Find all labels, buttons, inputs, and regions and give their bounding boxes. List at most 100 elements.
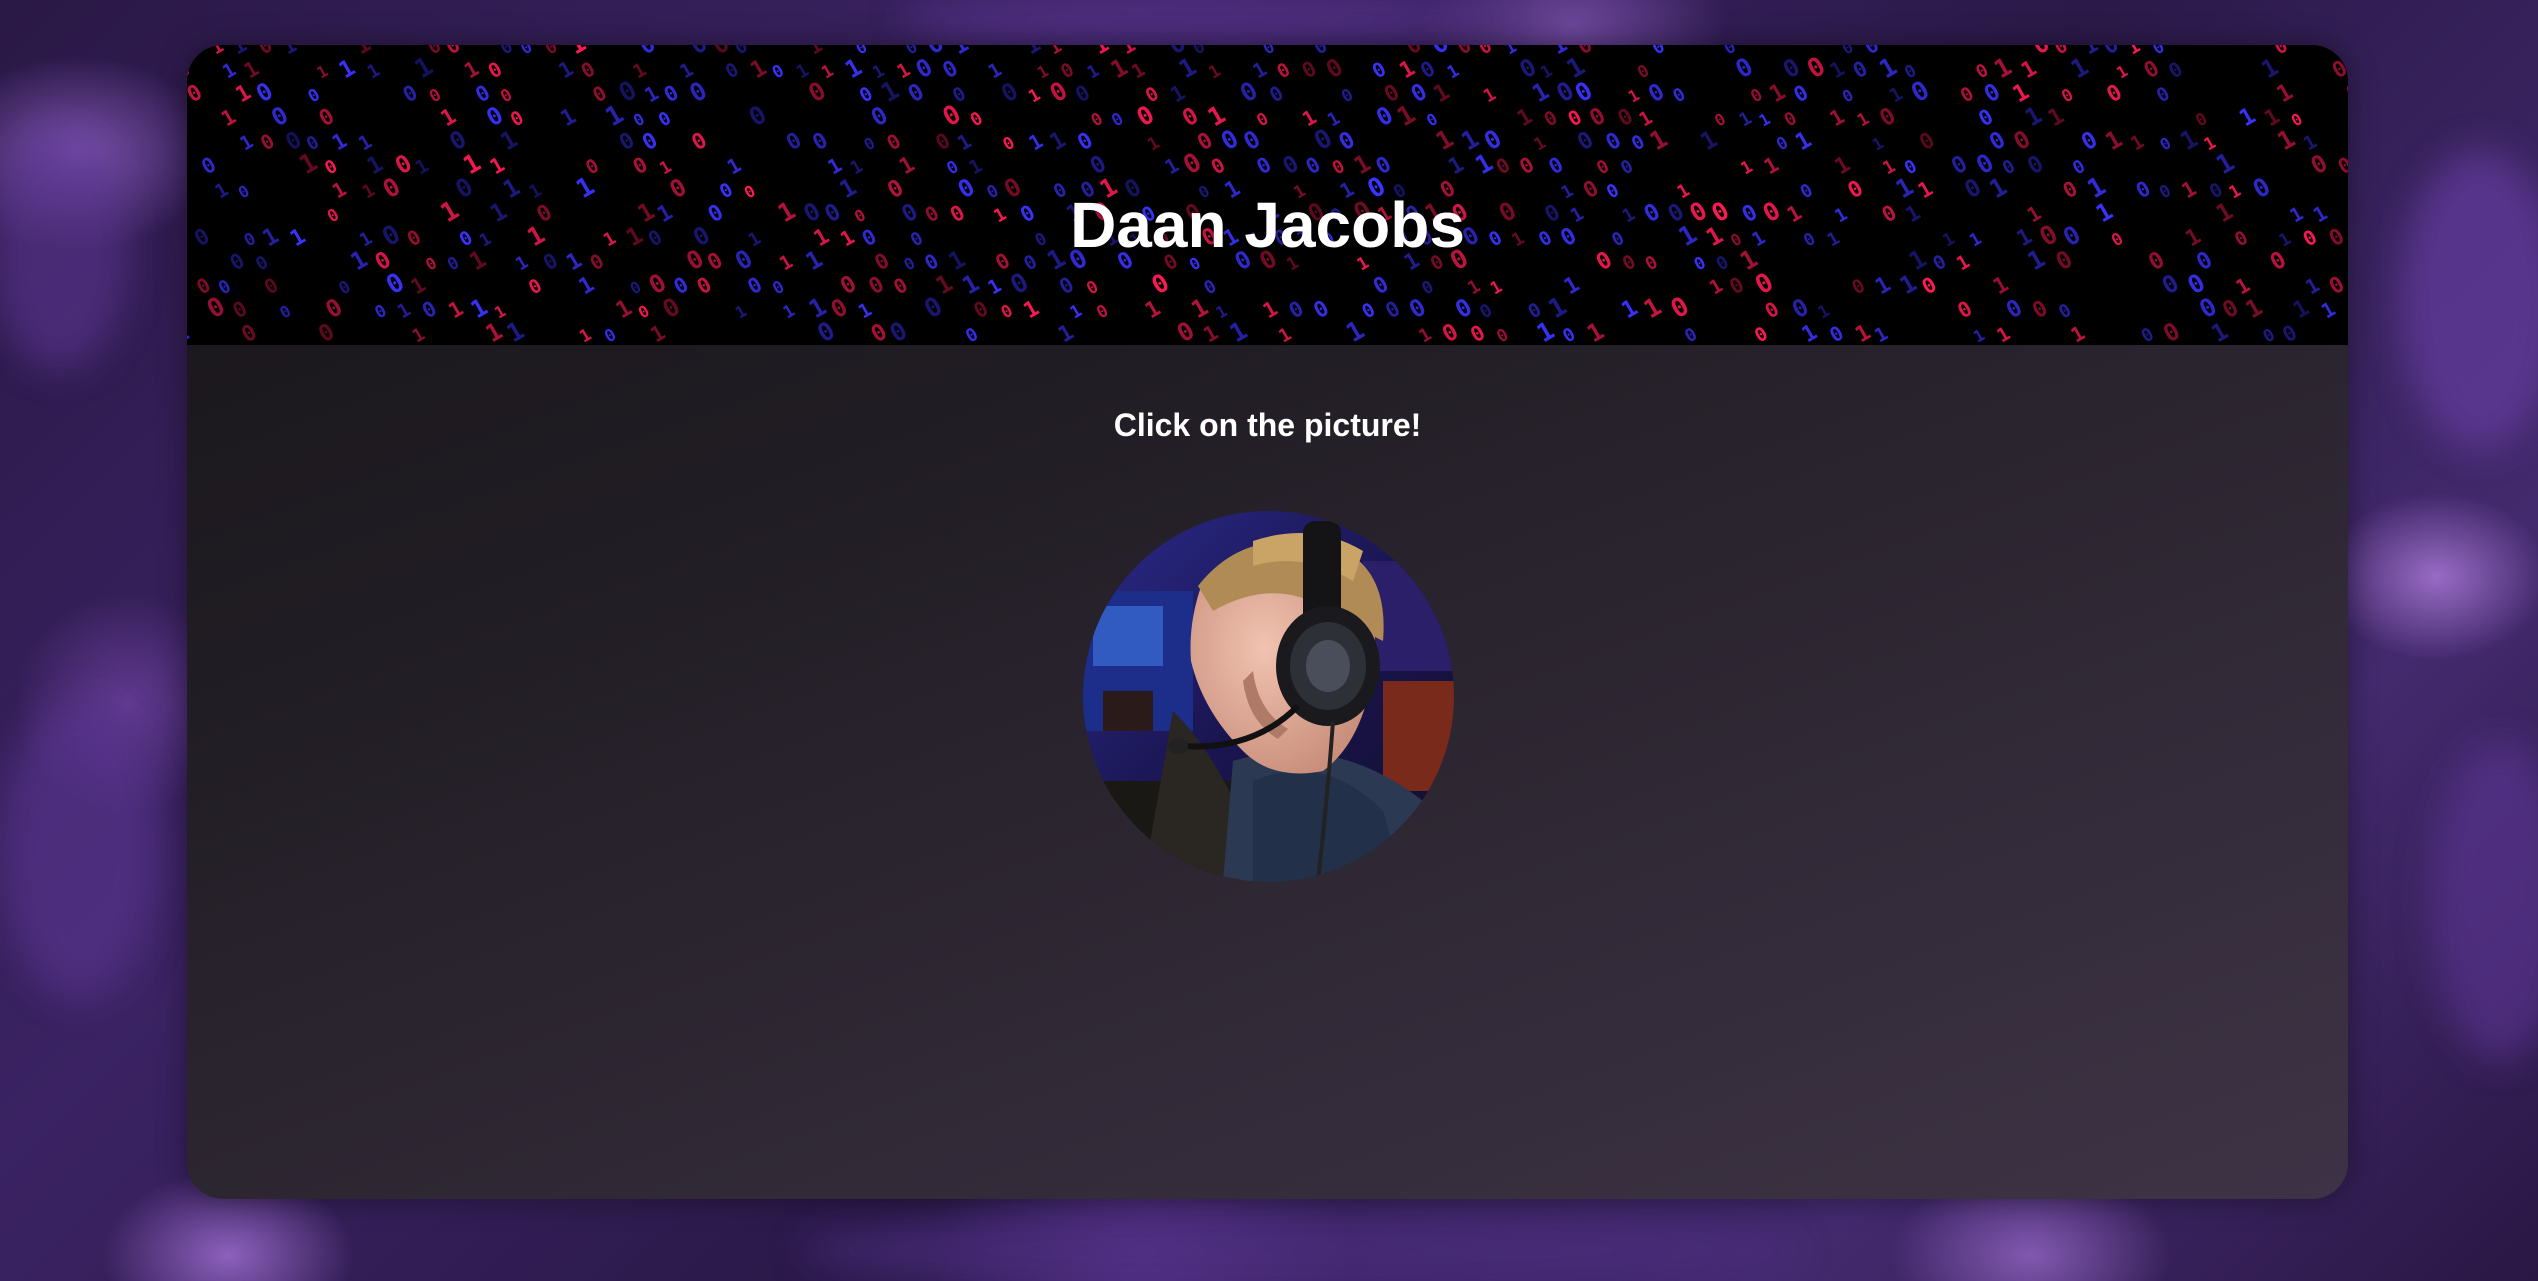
svg-text:0: 0 bbox=[812, 316, 840, 345]
svg-text:0: 0 bbox=[525, 275, 546, 300]
svg-text:0: 0 bbox=[1193, 128, 1217, 156]
svg-text:0: 0 bbox=[630, 109, 648, 130]
svg-text:0: 0 bbox=[1974, 104, 1997, 131]
svg-text:1: 1 bbox=[2079, 45, 2102, 59]
svg-text:1: 1 bbox=[780, 301, 799, 323]
svg-text:1: 1 bbox=[1324, 108, 1344, 132]
profile-picture[interactable] bbox=[1083, 511, 1454, 882]
svg-text:1: 1 bbox=[1560, 272, 1584, 300]
svg-text:0: 0 bbox=[638, 128, 662, 156]
svg-text:0: 0 bbox=[1200, 276, 1220, 300]
svg-text:0: 0 bbox=[1906, 75, 1935, 109]
svg-text:1: 1 bbox=[2317, 297, 2339, 324]
svg-text:1: 1 bbox=[2301, 273, 2323, 300]
svg-text:0: 0 bbox=[2028, 45, 2055, 60]
svg-text:1: 1 bbox=[1020, 296, 1044, 324]
svg-text:0: 0 bbox=[1617, 156, 1637, 180]
svg-text:0: 0 bbox=[996, 77, 1023, 108]
svg-text:0: 0 bbox=[1585, 103, 1610, 132]
svg-text:0: 0 bbox=[670, 272, 693, 299]
svg-text:0: 0 bbox=[1476, 300, 1496, 324]
svg-text:0: 0 bbox=[1781, 108, 1801, 132]
svg-text:0: 0 bbox=[372, 301, 391, 323]
svg-text:0: 0 bbox=[1083, 277, 1102, 299]
svg-text:0: 0 bbox=[305, 85, 324, 107]
svg-text:0: 0 bbox=[1790, 80, 1813, 107]
svg-text:0: 0 bbox=[1773, 133, 1792, 155]
svg-text:1: 1 bbox=[2241, 293, 2268, 324]
svg-text:0: 0 bbox=[1559, 324, 1579, 345]
svg-text:1: 1 bbox=[1582, 317, 1609, 345]
svg-text:0: 0 bbox=[1055, 272, 1078, 299]
svg-text:0: 0 bbox=[1725, 272, 1748, 299]
binary-header-banner: 0100001001100101010100010100011000100110… bbox=[187, 45, 2348, 345]
svg-text:1: 1 bbox=[984, 275, 1005, 300]
svg-text:1: 1 bbox=[1625, 85, 1643, 106]
svg-text:0: 0 bbox=[1545, 152, 1568, 179]
svg-text:1: 1 bbox=[1084, 61, 1103, 83]
svg-text:1: 1 bbox=[1089, 340, 1117, 345]
svg-text:0: 0 bbox=[1634, 61, 1653, 83]
svg-text:0: 0 bbox=[381, 267, 410, 301]
svg-text:0: 0 bbox=[2288, 109, 2306, 130]
svg-text:1: 1 bbox=[2124, 45, 2144, 59]
svg-text:0: 0 bbox=[2009, 125, 2036, 156]
svg-text:1: 1 bbox=[2196, 344, 2219, 345]
svg-text:1: 1 bbox=[1046, 45, 1066, 59]
svg-text:1: 1 bbox=[301, 343, 326, 345]
svg-text:1: 1 bbox=[958, 269, 985, 300]
svg-text:1: 1 bbox=[895, 152, 919, 180]
svg-text:1: 1 bbox=[1798, 320, 1822, 345]
svg-text:0: 0 bbox=[542, 45, 562, 59]
svg-text:0: 0 bbox=[1265, 81, 1287, 108]
svg-text:0: 0 bbox=[1416, 56, 1439, 83]
svg-text:0: 0 bbox=[1253, 109, 1272, 131]
svg-text:0: 0 bbox=[1108, 109, 1127, 131]
svg-text:1: 1 bbox=[1851, 320, 1875, 345]
svg-text:1: 1 bbox=[409, 324, 429, 345]
svg-text:0: 0 bbox=[1593, 156, 1613, 180]
svg-text:0: 0 bbox=[267, 101, 294, 132]
svg-text:0: 0 bbox=[418, 296, 441, 323]
svg-text:0: 0 bbox=[1453, 45, 1475, 59]
svg-text:0: 0 bbox=[1825, 321, 1847, 345]
svg-text:0: 0 bbox=[635, 301, 653, 322]
svg-text:1: 1 bbox=[1444, 152, 1468, 180]
svg-text:0: 0 bbox=[1358, 299, 1379, 324]
svg-text:0: 0 bbox=[2164, 57, 2186, 84]
svg-text:0: 0 bbox=[497, 85, 516, 107]
svg-text:0: 0 bbox=[1849, 56, 1872, 83]
svg-text:0: 0 bbox=[1839, 85, 1857, 106]
svg-text:1: 1 bbox=[1034, 61, 1052, 82]
svg-text:0: 0 bbox=[1216, 124, 1244, 157]
svg-text:0: 0 bbox=[1419, 277, 1438, 299]
svg-text:0: 0 bbox=[2002, 295, 2027, 324]
svg-text:1: 1 bbox=[1869, 133, 1887, 154]
svg-text:0: 0 bbox=[1426, 45, 1455, 61]
svg-text:1: 1 bbox=[1738, 157, 1757, 179]
svg-text:1: 1 bbox=[1826, 104, 1849, 131]
svg-text:1: 1 bbox=[2113, 61, 2131, 82]
svg-text:1: 1 bbox=[236, 131, 257, 156]
svg-text:1: 1 bbox=[208, 45, 228, 59]
svg-text:1: 1 bbox=[1760, 152, 1783, 179]
svg-text:1: 1 bbox=[1166, 80, 1189, 107]
svg-text:0: 0 bbox=[2023, 151, 2048, 180]
svg-text:0: 0 bbox=[399, 80, 422, 107]
svg-text:1: 1 bbox=[187, 45, 197, 58]
svg-text:0: 0 bbox=[688, 128, 712, 156]
svg-text:1: 1 bbox=[953, 129, 975, 156]
svg-text:1: 1 bbox=[364, 60, 384, 84]
svg-text:0: 0 bbox=[1093, 301, 1112, 323]
svg-text:0: 0 bbox=[256, 129, 278, 156]
svg-text:0: 0 bbox=[229, 296, 252, 323]
svg-text:1: 1 bbox=[1871, 272, 1895, 300]
svg-text:1: 1 bbox=[629, 59, 650, 84]
svg-text:0: 0 bbox=[276, 301, 294, 322]
svg-text:0: 0 bbox=[853, 45, 871, 58]
svg-text:1: 1 bbox=[1706, 275, 1727, 300]
svg-text:0: 0 bbox=[883, 129, 905, 156]
svg-text:0: 0 bbox=[2028, 296, 2052, 324]
svg-text:1: 1 bbox=[2289, 295, 2314, 324]
svg-text:0: 0 bbox=[1369, 272, 1393, 300]
